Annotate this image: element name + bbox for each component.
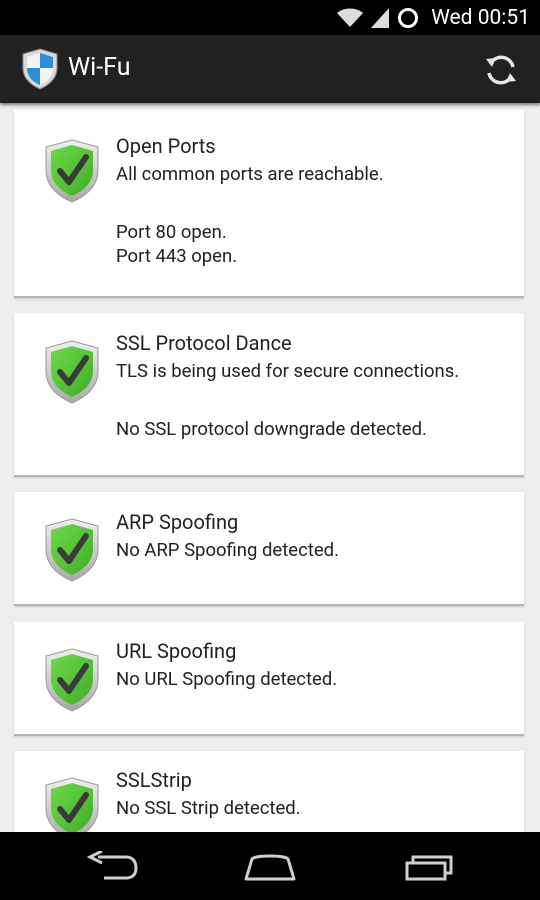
card-title: SSL Protocol Dance [116,331,292,355]
home-button[interactable] [230,842,310,890]
card-summary: No SSL Strip detected. [116,797,301,819]
card-sslstrip[interactable]: SSLStrip No SSL Strip detected. [14,751,524,832]
card-summary: No URL Spoofing detected. [116,668,338,690]
card-title: ARP Spoofing [116,510,239,534]
circle-icon [398,7,419,28]
recent-apps-button[interactable] [389,842,469,890]
navigation-bar [0,832,540,900]
card-detail: Port 80 open. [116,221,227,243]
recent-apps-icon [405,855,453,881]
app-title: Wi-Fu [68,53,131,82]
home-icon [244,854,296,881]
card-summary: All common ports are reachable. [116,163,384,185]
card-summary: No ARP Spoofing detected. [116,539,339,561]
back-button[interactable] [72,842,152,890]
back-icon [86,851,138,880]
status-time: Wed 00:51 [431,5,530,30]
card-summary: TLS is being used for secure connections… [116,360,460,382]
card-ssl-protocol-dance[interactable]: SSL Protocol Dance TLS is being used for… [14,313,524,477]
shield-check-icon [44,138,100,204]
cell-signal-icon [371,7,390,28]
card-title: SSLStrip [116,768,192,792]
card-title: Open Ports [116,134,216,158]
shield-check-icon [44,517,100,583]
shield-check-icon [44,339,100,405]
shield-app-icon[interactable] [22,48,58,90]
results-list[interactable]: Open Ports All common ports are reachabl… [0,103,540,832]
card-open-ports[interactable]: Open Ports All common ports are reachabl… [14,110,524,298]
card-url-spoofing[interactable]: URL Spoofing No URL Spoofing detected. [14,622,524,736]
action-bar: Wi-Fu [0,35,540,103]
refresh-button[interactable] [476,48,526,92]
wifi-icon [337,8,364,27]
card-arp-spoofing[interactable]: ARP Spoofing No ARP Spoofing detected. [14,492,524,606]
card-detail: No SSL protocol downgrade detected. [116,418,427,440]
card-title: URL Spoofing [116,639,237,663]
status-bar: Wed 00:51 [0,0,540,35]
shield-check-icon [44,776,100,832]
shield-check-icon [44,647,100,713]
card-detail: Port 443 open. [116,245,238,267]
refresh-icon [486,55,516,85]
